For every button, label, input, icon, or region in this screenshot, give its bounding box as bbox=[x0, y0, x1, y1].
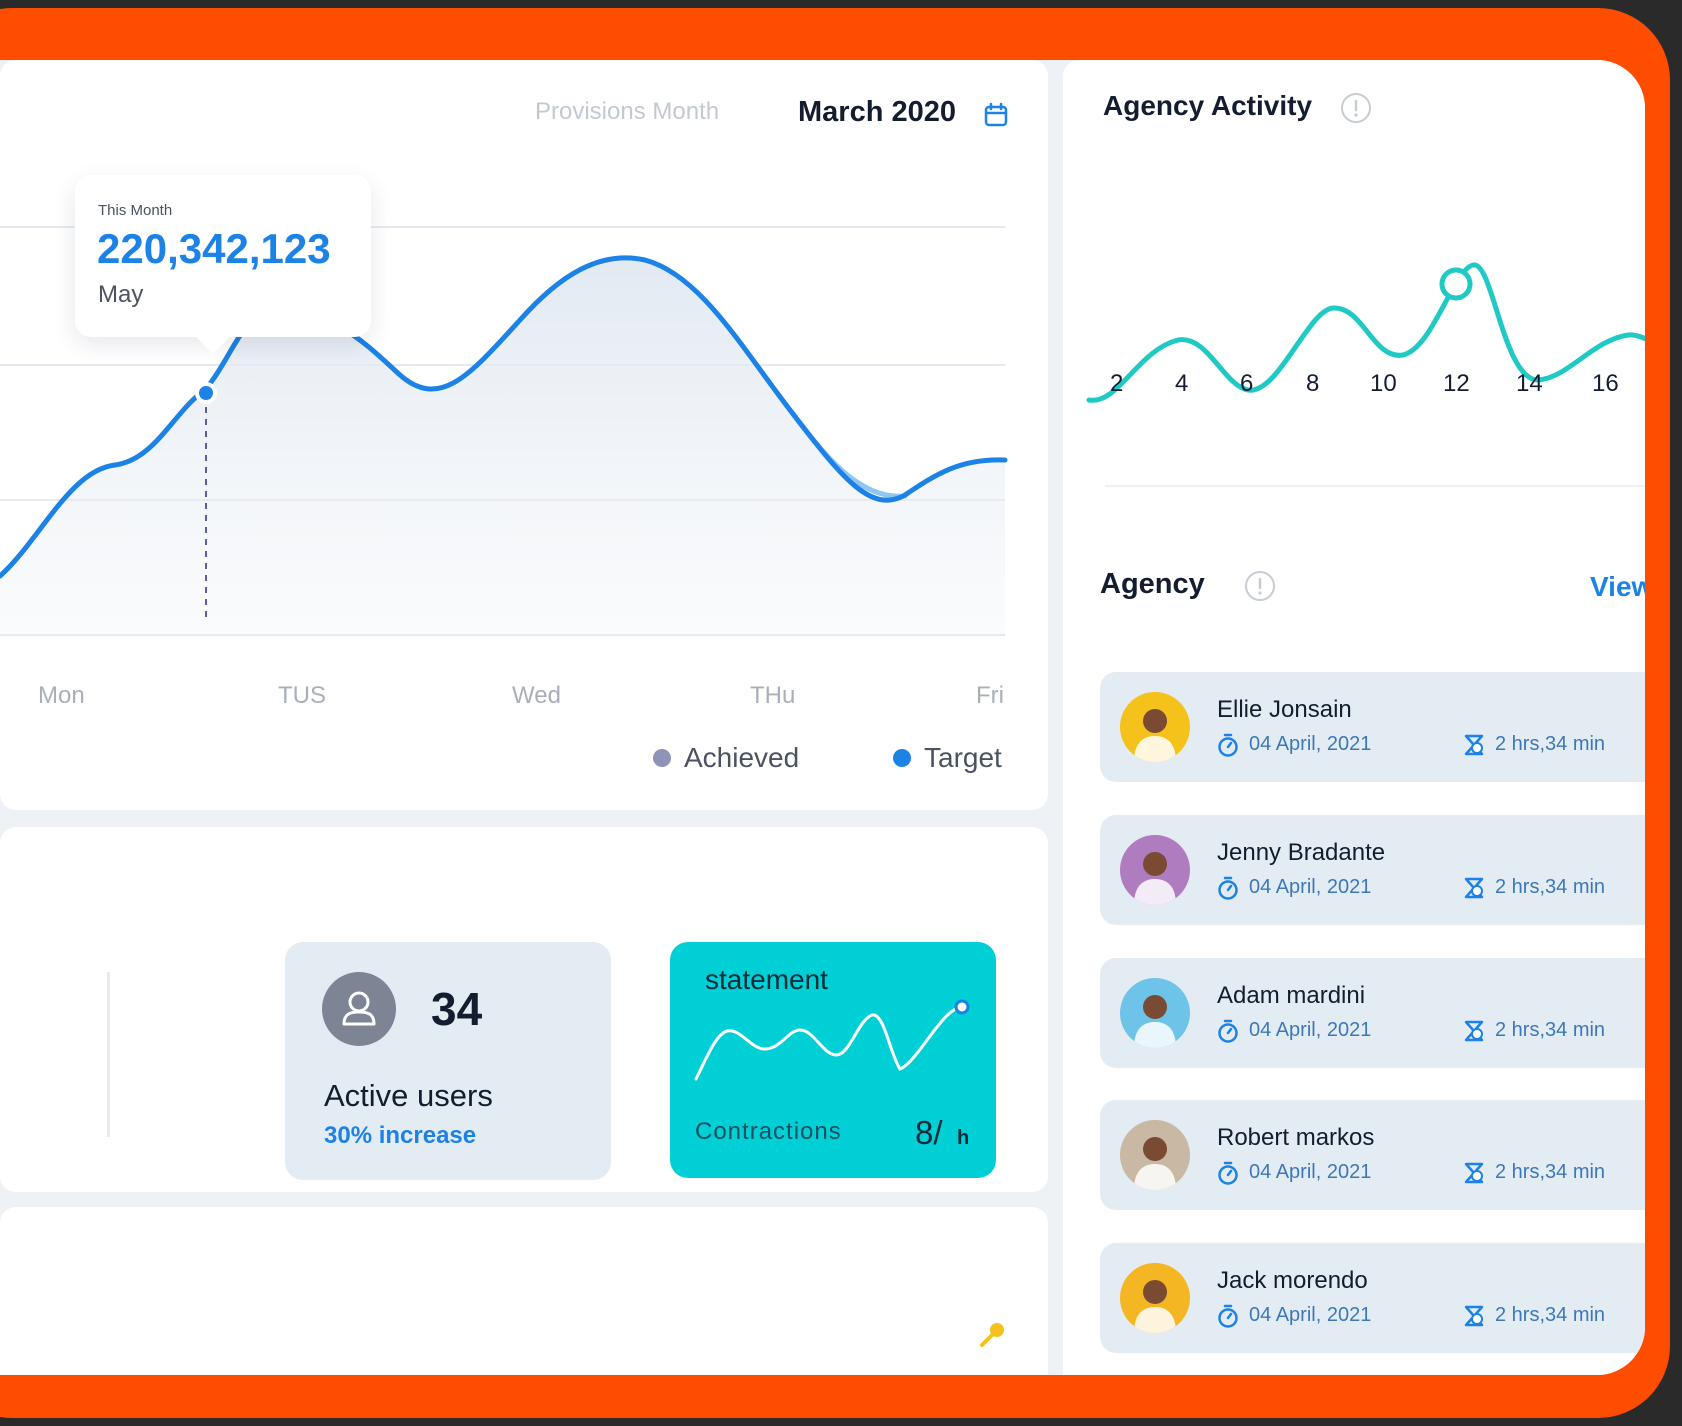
agency-member-date: 04 April, 2021 bbox=[1249, 876, 1372, 898]
vertical-divider bbox=[107, 972, 110, 1137]
hourglass-icon bbox=[1464, 1020, 1484, 1042]
active-users-label: Active users bbox=[324, 1078, 493, 1113]
revenue-chart-card: Provisions Month March 2020 This Month 2… bbox=[0, 60, 1048, 810]
legend-dot-achieved bbox=[653, 749, 671, 767]
agency-activity-title: Agency Activity bbox=[1103, 90, 1313, 121]
avatar bbox=[1120, 978, 1190, 1048]
activity-tick: 14 bbox=[1516, 370, 1543, 397]
active-users-tile[interactable]: 34 Active users 30% increase bbox=[285, 942, 611, 1180]
stopwatch-icon bbox=[1218, 1304, 1238, 1328]
agency-member-duration: 2 hrs,34 min bbox=[1495, 1161, 1606, 1183]
day-label-tus: TUS bbox=[278, 682, 326, 709]
stopwatch-icon bbox=[1218, 1161, 1238, 1185]
activity-tick: 6 bbox=[1240, 370, 1254, 397]
activity-tick: 12 bbox=[1443, 370, 1470, 397]
bottom-chart-point bbox=[980, 1323, 1004, 1347]
legend-label-target: Target bbox=[924, 742, 1002, 773]
user-icon bbox=[322, 972, 396, 1046]
agency-list-item[interactable]: Adam mardini 04 April, 2021 2 hrs,34 min bbox=[1100, 958, 1645, 1068]
chart-tooltip: This Month 220,342,123 May bbox=[75, 175, 371, 354]
stopwatch-icon bbox=[1218, 1019, 1238, 1043]
agency-member-name: Adam mardini bbox=[1217, 982, 1366, 1009]
agency-member-duration: 2 hrs,34 min bbox=[1495, 1019, 1606, 1041]
agency-list-item[interactable]: Jenny Bradante 04 April, 2021 2 hrs,34 min bbox=[1100, 815, 1645, 925]
tooltip-point bbox=[195, 382, 217, 404]
agency-list-item[interactable]: Jack morendo 04 April, 2021 2 hrs,34 min bbox=[1100, 1243, 1645, 1353]
day-label-fri: Fri bbox=[976, 682, 1004, 709]
avatar bbox=[1120, 692, 1190, 762]
stats-card: 34 Active users 30% increase statement C… bbox=[0, 827, 1048, 1192]
statement-metric-label: Contractions bbox=[695, 1118, 842, 1145]
agency-info-icon[interactable] bbox=[1244, 570, 1276, 602]
activity-tick: 8 bbox=[1306, 370, 1320, 397]
statement-metric-unit: h bbox=[957, 1127, 970, 1149]
hourglass-icon bbox=[1464, 734, 1484, 756]
tooltip-label: This Month bbox=[98, 202, 173, 219]
day-label-thu: THu bbox=[750, 682, 796, 709]
revenue-line-chart bbox=[0, 226, 1008, 636]
activity-tick: 2 bbox=[1110, 370, 1124, 397]
agency-member-date: 04 April, 2021 bbox=[1249, 1161, 1372, 1183]
avatar bbox=[1120, 1120, 1190, 1190]
agency-member-name: Ellie Jonsain bbox=[1217, 696, 1352, 723]
legend-label-achieved: Achieved bbox=[684, 742, 800, 773]
agency-activity-info-icon[interactable] bbox=[1340, 92, 1372, 124]
bottom-card bbox=[0, 1207, 1048, 1375]
stopwatch-icon bbox=[1218, 733, 1238, 757]
avatar bbox=[1120, 835, 1190, 905]
agency-member-duration: 2 hrs,34 min bbox=[1495, 876, 1606, 898]
agency-member-date: 04 April, 2021 bbox=[1249, 1304, 1372, 1326]
activity-tick: 16 bbox=[1592, 370, 1619, 397]
agency-member-duration: 2 hrs,34 min bbox=[1495, 733, 1606, 755]
stopwatch-icon bbox=[1218, 876, 1238, 900]
active-users-count: 34 bbox=[431, 983, 483, 1035]
legend-dot-target bbox=[893, 749, 911, 767]
hourglass-icon bbox=[1464, 1305, 1484, 1327]
section-divider bbox=[1105, 485, 1645, 487]
agency-view-link[interactable]: View bbox=[1590, 571, 1645, 603]
day-label-mon: Mon bbox=[38, 682, 85, 709]
statement-tile[interactable]: statement Contractions 8/ h bbox=[670, 942, 996, 1178]
hourglass-icon bbox=[1464, 1162, 1484, 1184]
agency-member-name: Jack morendo bbox=[1217, 1267, 1368, 1294]
agency-member-date: 04 April, 2021 bbox=[1249, 1019, 1372, 1041]
activity-tick: 10 bbox=[1370, 370, 1397, 397]
active-users-change: 30% increase bbox=[324, 1122, 477, 1149]
agency-activity-line-chart bbox=[1086, 262, 1645, 403]
tooltip-value: 220,342,123 bbox=[97, 225, 331, 272]
agency-member-name: Jenny Bradante bbox=[1217, 839, 1386, 866]
statement-metric-value: 8/ bbox=[915, 1114, 943, 1151]
day-label-wed: Wed bbox=[512, 682, 561, 709]
agency-list-item[interactable]: Robert markos 04 April, 2021 2 hrs,34 min bbox=[1100, 1100, 1645, 1210]
avatar bbox=[1120, 1263, 1190, 1333]
agency-member-duration: 2 hrs,34 min bbox=[1495, 1304, 1606, 1326]
tooltip-month: May bbox=[98, 281, 144, 308]
agency-title: Agency bbox=[1100, 568, 1205, 600]
dashboard-screen: Provisions Month March 2020 This Month 2… bbox=[0, 60, 1645, 1375]
hourglass-icon bbox=[1464, 877, 1484, 899]
legend-target[interactable]: Target bbox=[893, 742, 1002, 774]
activity-tick: 4 bbox=[1175, 370, 1189, 397]
right-panel: Agency Activity 2 4 6 8 10 12 14 16 Agen… bbox=[1063, 60, 1645, 1375]
legend-achieved[interactable]: Achieved bbox=[653, 742, 799, 774]
agency-list-item[interactable]: Ellie Jonsain 04 April, 2021 2 hrs,34 min bbox=[1100, 672, 1645, 782]
agency-member-name: Robert markos bbox=[1217, 1124, 1375, 1151]
agency-member-date: 04 April, 2021 bbox=[1249, 733, 1372, 755]
